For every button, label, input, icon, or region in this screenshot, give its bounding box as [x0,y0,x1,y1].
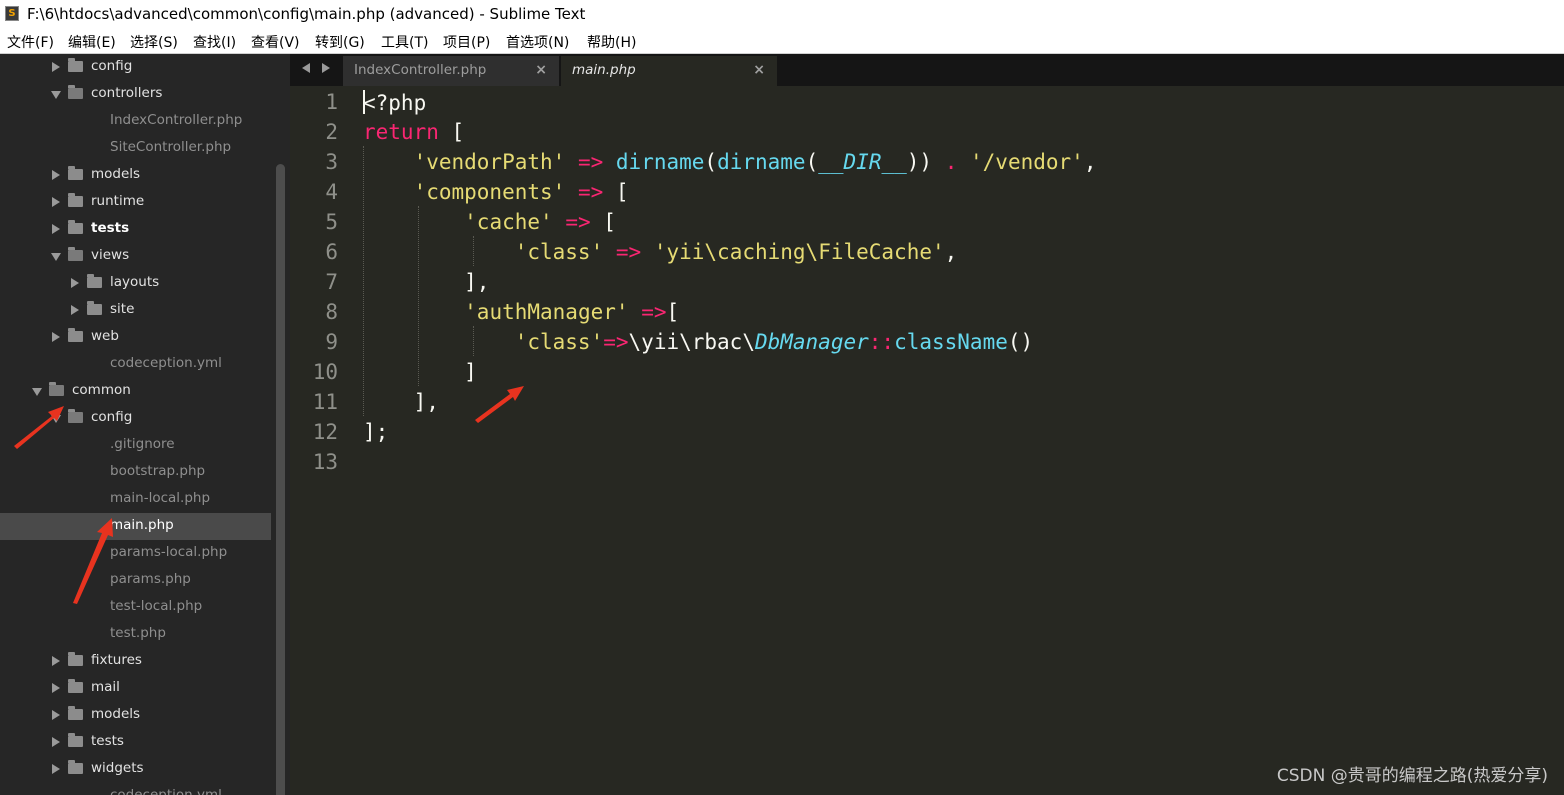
annotation-arrow-common-config [14,406,64,449]
annotation-arrow-main-php [73,518,113,604]
watermark: CSDN @贵哥的编程之路(热爱分享) [1276,766,1548,786]
annotation-arrows [14,386,524,604]
annotation-arrow-code [475,386,524,423]
